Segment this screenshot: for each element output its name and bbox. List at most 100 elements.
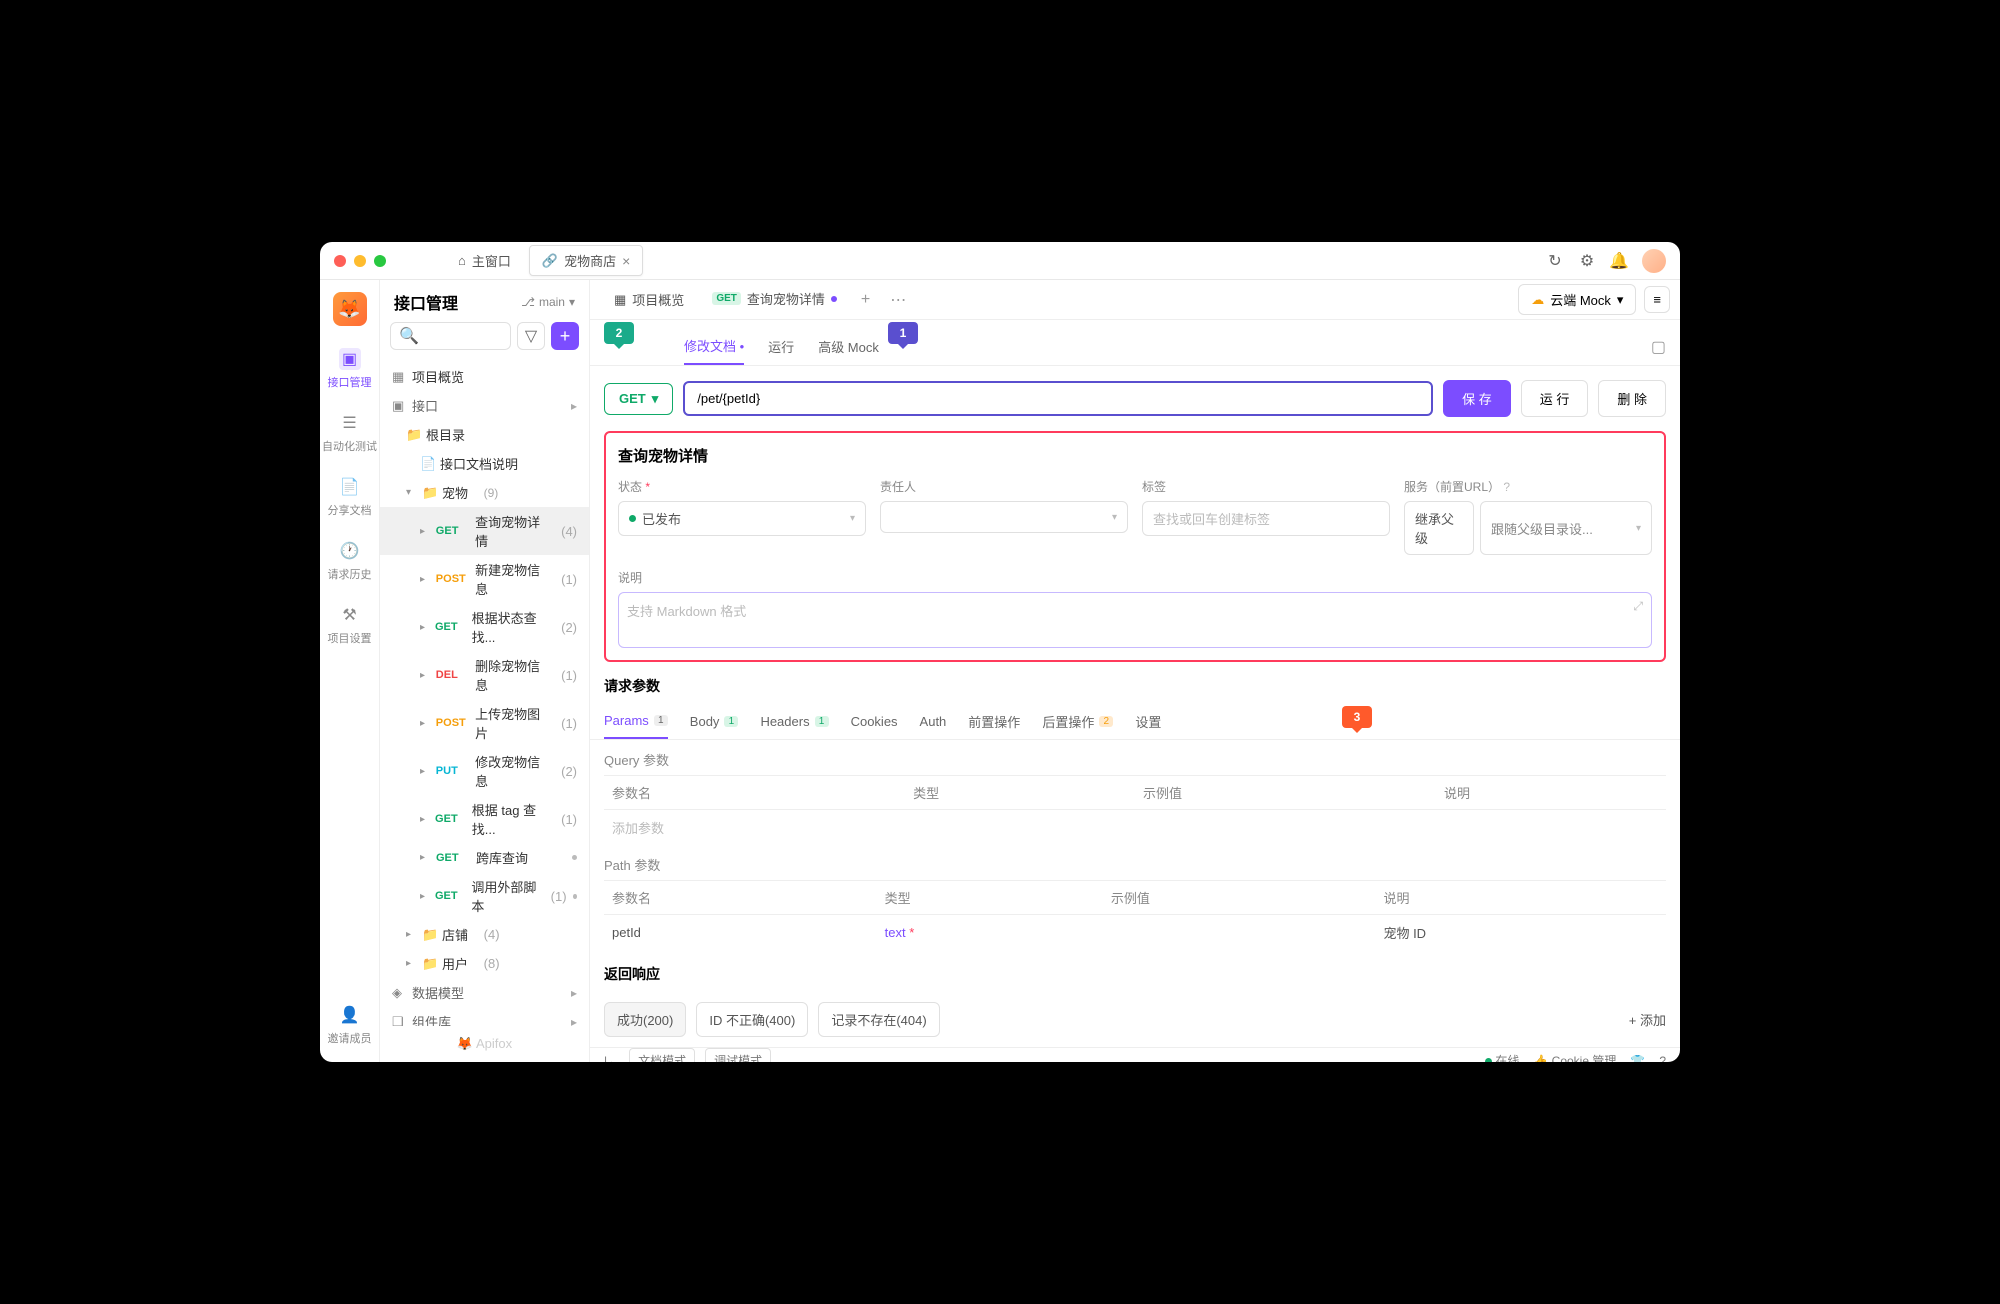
window-controls (334, 255, 386, 267)
search-input[interactable]: 🔍 (390, 322, 511, 350)
new-tab-button[interactable]: + (851, 291, 880, 309)
more-tabs-button[interactable]: ⋯ (880, 290, 916, 310)
sidebar-overview[interactable]: ▦项目概览 (380, 362, 589, 391)
add-query-param[interactable]: 添加参数 (590, 810, 1680, 845)
sidebar: 接口管理 ⎇ main ▾ 🔍 ▽ + ▦项目概览 ▣接口 ▸ 📁根目录 📄接口… (380, 280, 590, 1062)
status-label: 状态 (618, 480, 642, 494)
tags-input[interactable]: 查找或回车创建标签 (1142, 501, 1390, 536)
footer-tshirt-icon[interactable]: 👕 (1630, 1054, 1645, 1063)
sidebar-root-dir[interactable]: 📁根目录 (380, 420, 589, 449)
tab-api-detail[interactable]: GET 查询宠物详情 (698, 280, 851, 320)
footer: |← 文档模式 调试模式 在线 👍 Cookie 管理 👕 ? (590, 1047, 1680, 1062)
sidebar-api-item[interactable]: ▸POST新建宠物信息 (1) (380, 555, 589, 603)
owner-select[interactable]: ▾ (880, 501, 1128, 533)
settings-icon[interactable]: ⚙ (1578, 252, 1596, 270)
branch-selector[interactable]: ⎇ main ▾ (521, 295, 575, 309)
delete-button[interactable]: 删 除 (1598, 380, 1666, 417)
sidebar-folder-pet[interactable]: ▾📁宠物 (9) (380, 478, 589, 507)
avatar[interactable] (1642, 249, 1666, 273)
detail-panel: 查询宠物详情 状态 * 已发布▾ 责任人 ▾ 标签 查找或回车创建标签 (604, 431, 1666, 662)
service-inherit[interactable]: 继承父级 (1404, 501, 1474, 555)
cookie-manage[interactable]: 👍 Cookie 管理 (1533, 1052, 1616, 1062)
sidebar-folder-user[interactable]: ▸📁用户 (8) (380, 949, 589, 978)
nav-api-manage[interactable]: ▣接口管理 (328, 348, 372, 390)
app-logo: 🦊 (333, 292, 367, 326)
reqtab-params[interactable]: Params1 (604, 704, 668, 739)
leftbar: 🦊 ▣接口管理 ☰自动化测试 📄分享文档 🕐请求历史 ⚒项目设置 👤邀请成员 (320, 280, 380, 1062)
resptab[interactable]: ID 不正确(400) (696, 1002, 808, 1037)
sidebar-api-item[interactable]: ▸POST上传宠物图片 (1) (380, 699, 589, 747)
nav-project-settings[interactable]: ⚒项目设置 (328, 604, 372, 646)
url-input[interactable] (683, 381, 1433, 416)
debug-mode-button[interactable]: 调试模式 (705, 1048, 771, 1062)
env-selector[interactable]: ☁云端 Mock ▾ (1518, 284, 1636, 315)
reqtab-后置操作[interactable]: 后置操作2 (1042, 704, 1113, 739)
minimize-window[interactable] (354, 255, 366, 267)
sidebar-data-model[interactable]: ◈数据模型 ▸ (380, 978, 589, 1007)
refresh-icon[interactable]: ↻ (1546, 252, 1564, 270)
expand-icon[interactable]: ⤢ (1633, 599, 1643, 614)
reqtab-body[interactable]: Body1 (690, 704, 739, 739)
owner-label: 责任人 (880, 478, 1128, 495)
save-button[interactable]: 保 存 (1443, 380, 1511, 417)
sidebar-api-item[interactable]: ▸PUT修改宠物信息 (2) (380, 747, 589, 795)
close-window[interactable] (334, 255, 346, 267)
request-params-heading: 请求参数 (590, 662, 1680, 704)
reqtab-前置操作[interactable]: 前置操作 (968, 704, 1020, 739)
nav-label: 邀请成员 (328, 1030, 372, 1046)
filter-button[interactable]: ▽ (517, 322, 545, 350)
tab-icon: 🔗 (542, 253, 558, 269)
collapse-icon[interactable]: |← (604, 1054, 619, 1063)
add-response-button[interactable]: + 添加 (1629, 1010, 1666, 1029)
tab-pet-store[interactable]: 🔗 宠物商店 × (529, 245, 643, 276)
nav-invite[interactable]: 👤邀请成员 (328, 1004, 372, 1046)
unsaved-dot (831, 296, 837, 302)
sidebar-api-item[interactable]: ▸GET查询宠物详情 (4) (380, 507, 589, 555)
sidebar-api-item[interactable]: ▸GET根据 tag 查找... (1) (380, 795, 589, 843)
sidebar-folder-shop[interactable]: ▸📁店铺 (4) (380, 920, 589, 949)
nav-auto-test[interactable]: ☰自动化测试 (322, 412, 377, 454)
maximize-window[interactable] (374, 255, 386, 267)
help-icon[interactable]: ? (1659, 1054, 1666, 1063)
api-title: 查询宠物详情 (618, 445, 1652, 466)
add-button[interactable]: + (551, 322, 579, 350)
reqtab-设置[interactable]: 设置 (1135, 704, 1161, 739)
sidebar-components[interactable]: ❑组件库 ▸ (380, 1007, 589, 1026)
subtab-advanced-mock[interactable]: 高级 Mock (818, 329, 879, 364)
path-table: 参数名类型示例值说明 petId text * 宠物 ID (590, 880, 1680, 950)
sidebar-api-item[interactable]: ▸DEL删除宠物信息 (1) (380, 651, 589, 699)
tab-main-window[interactable]: ⌂ 主窗口 (446, 246, 523, 275)
tab-project-overview[interactable]: ▦项目概览 (600, 280, 698, 320)
doc-mode-button[interactable]: 文档模式 (629, 1048, 695, 1062)
reqtab-auth[interactable]: Auth (920, 704, 947, 739)
subtab-edit-doc[interactable]: 修改文档 • (684, 328, 744, 365)
status-select[interactable]: 已发布▾ (618, 501, 866, 536)
sidebar-api-root[interactable]: ▣接口 ▸ (380, 391, 589, 420)
online-status: 在线 (1485, 1052, 1519, 1062)
annotation-2: 2 (604, 322, 634, 344)
subtab-run[interactable]: 运行 (768, 329, 794, 364)
table-row[interactable]: petId text * 宠物 ID (604, 915, 1666, 951)
reqtab-headers[interactable]: Headers1 (760, 704, 828, 739)
bell-icon[interactable]: 🔔 (1610, 252, 1628, 270)
sidebar-api-item[interactable]: ▸GET跨库查询 (380, 843, 589, 872)
resptab[interactable]: 记录不存在(404) (818, 1002, 939, 1037)
sidebar-api-item[interactable]: ▸GET调用外部脚本 (1) (380, 872, 589, 920)
env-config-button[interactable]: ≡ (1644, 286, 1670, 313)
description-textarea[interactable]: 支持 Markdown 格式 ⤢ (618, 592, 1652, 648)
close-tab-icon[interactable]: × (622, 253, 630, 269)
method-selector[interactable]: GET ▾ (604, 383, 673, 415)
response-heading: 返回响应 (590, 950, 1680, 992)
nav-label: 请求历史 (328, 566, 372, 582)
sidebar-api-item[interactable]: ▸GET根据状态查找... (2) (380, 603, 589, 651)
nav-req-history[interactable]: 🕐请求历史 (328, 540, 372, 582)
service-follow[interactable]: 跟随父级目录设...▾ (1480, 501, 1652, 555)
panel-toggle-icon[interactable]: ▢ (1651, 337, 1666, 357)
reqtab-cookies[interactable]: Cookies (851, 704, 898, 739)
brand-label: 🦊 Apifox (380, 1026, 589, 1062)
sidebar-api-doc[interactable]: 📄接口文档说明 (380, 449, 589, 478)
resptab[interactable]: 成功(200) (604, 1002, 686, 1037)
tab-label: 主窗口 (472, 251, 511, 270)
nav-share-doc[interactable]: 📄分享文档 (328, 476, 372, 518)
run-button[interactable]: 运 行 (1521, 380, 1589, 417)
